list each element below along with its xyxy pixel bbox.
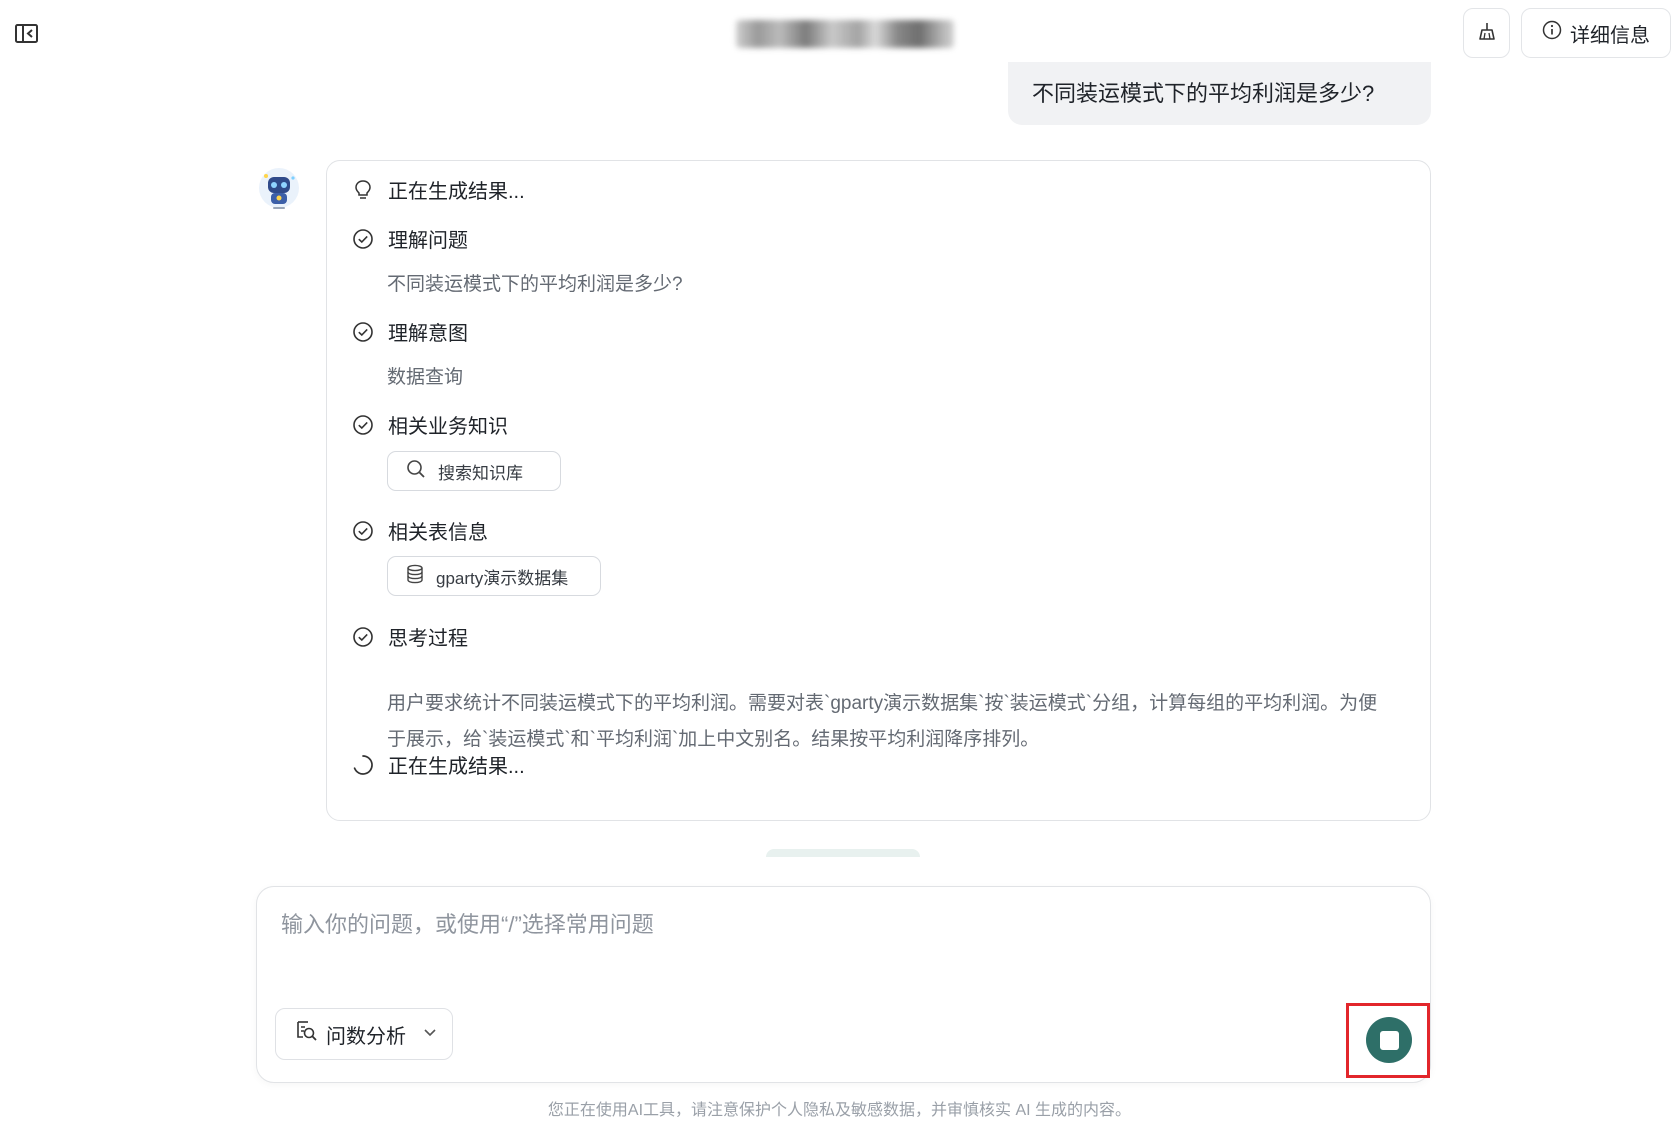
clear-chat-button[interactable] [1463,8,1510,58]
broom-icon [1477,21,1497,46]
step-business-knowledge: 相关业务知识 [352,410,508,439]
check-circle-icon [352,228,374,250]
info-icon [1542,20,1562,46]
knowledge-search-chip[interactable]: 搜索知识库 [387,451,561,491]
step-title: 正在生成结果... [388,756,525,778]
lightbulb-icon [352,179,374,201]
step-title: 正在生成结果... [388,181,525,203]
detail-info-button[interactable]: 详细信息 [1521,8,1671,58]
disclaimer-note: 您正在使用AI工具，请注意保护个人隐私及敏感数据，并审慎核实 AI 生成的内容。 [547,1102,1132,1119]
loading-spinner-icon [352,754,374,776]
detail-info-label: 详细信息 [1570,24,1650,47]
page-title-redacted [736,20,954,48]
search-icon [406,459,426,484]
chip-label: gparty演示数据集 [436,568,569,588]
step-table-info: 相关表信息 [352,516,488,545]
step-detail: 数据查询 [387,367,464,388]
thinking-process-text: 用户要求统计不同装运模式下的平均利润。需要对表`gparty演示数据集`按`装运… [387,693,1378,750]
chat-input-box: 问数分析 [256,886,1431,1083]
analysis-mode-dropdown[interactable]: 问数分析 [275,1008,453,1060]
step-title: 相关表信息 [388,522,488,544]
analysis-mode-label: 问数分析 [326,1025,406,1048]
check-circle-icon [352,626,374,648]
check-circle-icon [352,414,374,436]
check-circle-icon [352,520,374,542]
step-detail: 不同装运模式下的平均利润是多少? [387,274,683,295]
data-search-icon [294,1019,318,1049]
user-question-bubble: 不同装运模式下的平均利润是多少? [1008,62,1431,125]
sidebar-collapse-icon[interactable] [14,22,40,46]
stop-icon [1379,1030,1399,1050]
step-understand-question: 理解问题 [352,224,468,253]
answer-progress-card: 正在生成结果... 理解问题 不同装运模式下的平均利润是多少? 理解意图 数据查… [326,160,1431,821]
chevron-down-icon [422,1023,438,1046]
step-title: 相关业务知识 [388,416,508,438]
stop-button-highlight [1346,1003,1430,1078]
step-title: 理解问题 [388,230,468,252]
robot-avatar-icon [256,166,302,212]
step-thinking: 正在生成结果... [352,175,525,204]
step-title: 思考过程 [388,628,468,650]
step-generating: 正在生成结果... [352,750,525,779]
database-icon [406,564,424,589]
step-title: 理解意图 [388,323,468,345]
check-circle-icon [352,321,374,343]
question-input[interactable] [279,911,1283,939]
step-thinking-process: 思考过程 [352,622,468,651]
chip-label: 搜索知识库 [438,463,523,483]
stop-generation-button[interactable] [1366,1017,1412,1063]
dataset-chip[interactable]: gparty演示数据集 [387,556,601,596]
step-understand-intent: 理解意图 [352,317,468,346]
scroll-to-bottom-hint[interactable] [766,849,920,857]
